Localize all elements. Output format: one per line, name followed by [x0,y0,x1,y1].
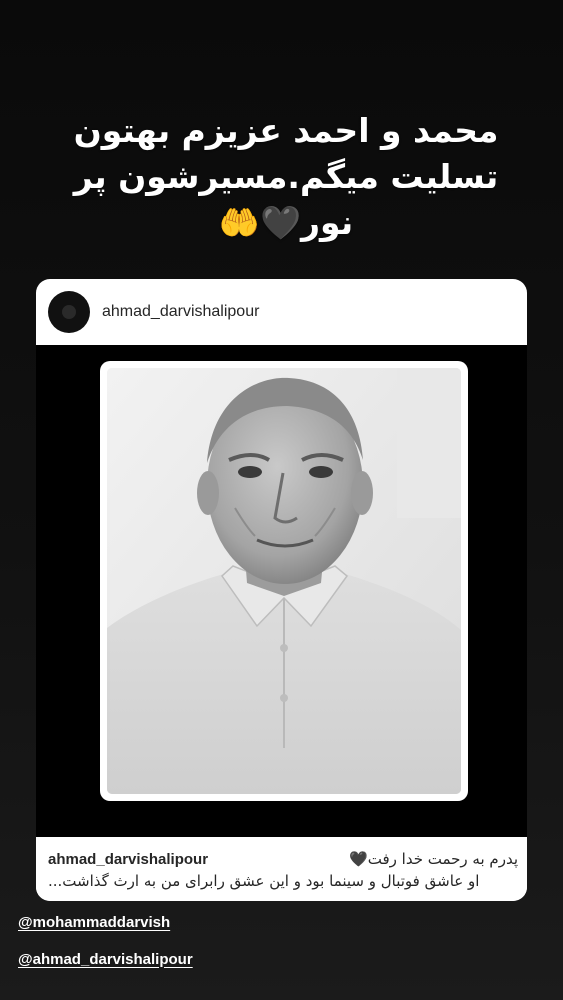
portrait-illustration [107,368,461,794]
post-caption: ahmad_darvishalipour پدرم به رحمت خدا رف… [36,837,527,901]
avatar[interactable] [48,291,90,333]
overlay-line-3-text: نور [301,203,354,242]
overlay-line-3: نور🖤🤲 [36,200,536,246]
post-username[interactable]: ahmad_darvishalipour [102,303,259,321]
caption-first-line: ahmad_darvishalipour پدرم به رحمت خدا رف… [48,849,518,869]
mention-sticker-mohammaddarvish[interactable]: @mohammaddarvish [18,909,170,935]
mention-sticker-ahmad-darvishalipour[interactable]: @ahmad_darvishalipour [18,946,193,972]
portrait-photo [107,368,461,794]
photo-frame [100,361,468,801]
overlay-line-2: تسلیت میگم.مسیرشون پر [73,157,499,196]
story-text-overlay: محمد و احمد عزیزم بهتون تسلیت میگم.مسیرش… [36,108,536,246]
post-image[interactable] [36,345,527,837]
post-header: ahmad_darvishalipour [36,279,527,345]
caption-username[interactable]: ahmad_darvishalipour [48,851,208,868]
overlay-line-1: محمد و احمد عزیزم بهتون [73,111,499,150]
shared-post-card[interactable]: ahmad_darvishalipour ahmad_darvishalipou… [36,279,527,901]
caption-text-1: پدرم به رحمت خدا رفت🖤 [349,850,518,868]
caption-text-2: او عاشق فوتبال و سینما بود و این عشق راب… [48,872,480,890]
heart-hands-icon: 🖤🤲 [218,203,302,242]
